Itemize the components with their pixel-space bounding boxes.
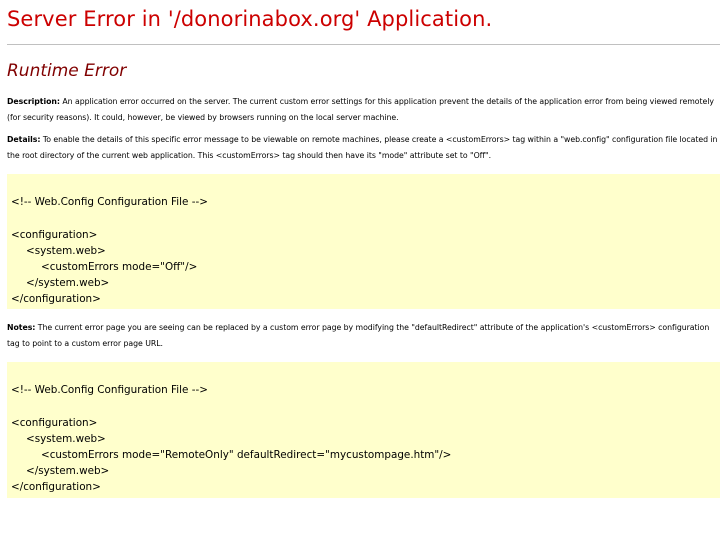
notes-text: The current error page you are seeing ca… (7, 323, 710, 348)
error-page: Server Error in '/donorinabox.org' Appli… (0, 0, 727, 545)
code-line: <customErrors mode="RemoteOnly" defaultR… (41, 449, 452, 461)
code-line: <!-- Web.Config Configuration File --> (11, 196, 208, 208)
description-paragraph: Description: An application error occurr… (7, 94, 719, 126)
notes-label: Notes: (7, 323, 36, 332)
code-line: <system.web> (26, 433, 106, 445)
code-block-off: <!-- Web.Config Configuration File --> <… (7, 174, 720, 309)
code-line: <configuration> (11, 417, 98, 429)
description-text: An application error occurred on the ser… (7, 97, 714, 122)
code-line: <configuration> (11, 229, 98, 241)
details-paragraph: Details: To enable the details of this s… (7, 132, 719, 164)
description-label: Description: (7, 97, 60, 106)
title-divider (7, 44, 720, 45)
code-line: </system.web> (26, 465, 110, 477)
page-title: Server Error in '/donorinabox.org' Appli… (7, 7, 493, 31)
code-line: </configuration> (11, 293, 101, 305)
notes-paragraph: Notes: The current error page you are se… (7, 320, 719, 352)
code-line: </configuration> (11, 481, 101, 493)
code-line: <!-- Web.Config Configuration File --> (11, 384, 208, 396)
code-line: <system.web> (26, 245, 106, 257)
details-label: Details: (7, 135, 41, 144)
code-line: </system.web> (26, 277, 110, 289)
code-block-remote: <!-- Web.Config Configuration File --> <… (7, 362, 720, 498)
details-text: To enable the details of this specific e… (7, 135, 718, 160)
code-line: <customErrors mode="Off"/> (41, 261, 198, 273)
error-subtitle: Runtime Error (7, 61, 127, 81)
